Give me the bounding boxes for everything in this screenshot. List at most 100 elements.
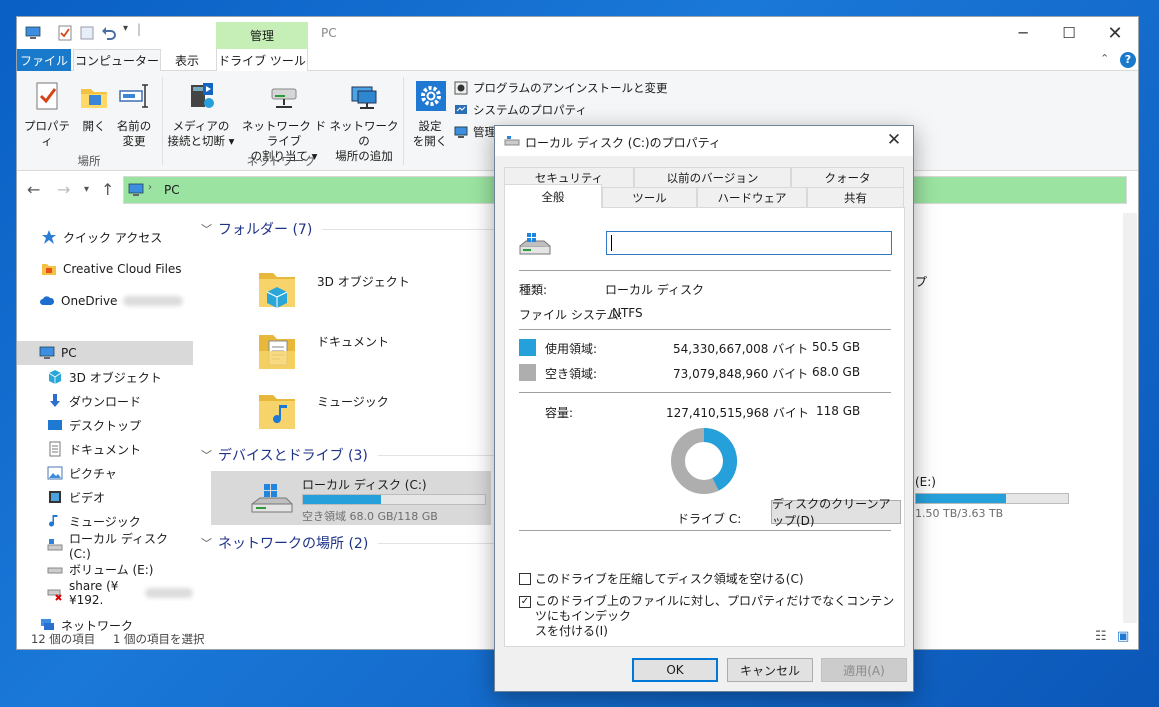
manage-tab-header: 管理 [216,22,308,49]
download-arrow-icon [50,394,60,407]
tab-drive-tools[interactable]: ドライブ ツール [216,49,308,71]
tab-file[interactable]: ファイル [17,49,71,71]
drive-c-name: ローカル ディスク (C:) [302,478,427,492]
creative-cloud-folder-icon [42,264,56,275]
drive-c-tile[interactable]: ローカル ディスク (C:) 空き領域 68.0 GB/118 GB [211,471,491,525]
folder-3d-objects[interactable] [255,267,315,317]
nav-item-volume[interactable]: ボリューム (E:) [17,557,193,581]
manage-button[interactable]: 管理 [454,123,496,141]
up-arrow-icon[interactable]: ↑ [101,180,114,199]
nav-item-local-disk[interactable]: ローカル ディスク (C:) [17,532,193,561]
properties-dialog: ローカル ディスク (C:)のプロパティ ✕ セキュリティ 以前のバージョン ク… [494,125,914,692]
tab-quota[interactable]: クォータ [791,167,904,187]
nav-item-3d-objects[interactable]: 3D オブジェクト [17,365,193,389]
properties-icon[interactable] [57,25,73,41]
chevron-down-icon: ﹀ [201,449,212,462]
drive-name-input[interactable] [606,231,892,255]
drive-c-usage-fill [303,495,382,504]
properties-button[interactable]: プロパティ [21,81,73,149]
undo-icon[interactable] [101,25,117,41]
uninstall-program-button[interactable]: プログラムのアンインストールと変更 [454,79,667,97]
type-value: ローカル ディスク [605,283,704,297]
cancel-button[interactable]: キャンセル [727,658,813,682]
apply-button[interactable]: 適用(A) [821,658,907,682]
nav-item-downloads[interactable]: ダウンロード [17,389,193,413]
nav-item-quick-access[interactable]: クイック アクセス [17,225,193,249]
details-view-icon[interactable]: ☷ [1095,629,1107,644]
nav-item-desktop[interactable]: デスクトップ [17,413,193,437]
nav-label: share (¥¥192. [69,579,119,607]
nav-item-creative-cloud[interactable]: Creative Cloud Files [17,257,193,281]
cloud-icon [40,296,55,305]
compress-checkbox-row[interactable]: このドライブを圧縮してディスク領域を空ける(C) [519,570,804,587]
forward-arrow-icon[interactable]: → [57,180,70,199]
breadcrumb-chevron-icon[interactable]: › [148,182,152,193]
new-folder-icon[interactable] [79,25,95,41]
used-space-bytes: 54,330,667,008 バイト [673,342,809,356]
ok-button[interactable]: OK [632,658,718,682]
folder-music[interactable] [255,389,315,439]
section-devices[interactable]: ﹀ デバイスとドライブ (3) [201,445,506,465]
network-location-icon [351,86,377,109]
index-checkbox-checked-icon[interactable]: ✓ [519,596,531,608]
drive-e-usage-bar [915,493,1069,504]
drive-e-label: (E:) [915,475,936,489]
dialog-title: ローカル ディスク (C:)のプロパティ [525,136,721,150]
capacity-gb: 118 GB [816,404,861,418]
close-button[interactable]: ✕ [1092,17,1138,49]
section-rule [378,542,506,544]
disk-cleanup-button[interactable]: ディスクのクリーンアップ(D) [771,497,901,528]
tab-tools[interactable]: ツール [602,187,697,207]
addloc-label-line1: ネットワークの [329,119,399,148]
folder-documents[interactable] [255,329,315,379]
nav-label: PC [61,346,77,360]
nav-label: OneDrive [61,294,118,308]
tab-general[interactable]: 全般 [504,184,602,208]
qa-separator: | [137,22,142,36]
tab-sharing[interactable]: 共有 [807,187,904,207]
nav-item-videos[interactable]: ビデオ [17,485,193,509]
nav-item-onedrive[interactable]: OneDrive [17,289,193,313]
index-label-line1: このドライブ上のファイルに対し、プロパティだけでなくコンテンツにもインデック [535,594,895,623]
dialog-close-button[interactable]: ✕ [883,130,905,150]
open-settings-button[interactable]: 設定 を開く [409,81,451,149]
open-button[interactable]: 開く [75,81,113,134]
minimize-button[interactable]: ─ [1000,17,1046,49]
tab-previous-versions[interactable]: 以前のバージョン [634,167,791,187]
compress-checkbox[interactable] [519,572,531,585]
back-arrow-icon[interactable]: ← [27,180,40,199]
nav-item-pictures[interactable]: ピクチャ [17,461,193,485]
tab-view[interactable]: 表示 [163,49,211,71]
recent-locations-icon[interactable]: ▾ [84,184,89,195]
section-title: デバイスとドライブ (3) [218,448,368,464]
free-space-swatch [519,364,536,381]
media-connect-button[interactable]: メディアの 接続と切断 ▾ [165,81,237,149]
large-icons-view-icon[interactable]: ▣ [1117,629,1129,644]
mapdrive-label-line1: ネットワーク ドライブ [241,119,327,148]
section-network-locations[interactable]: ﹀ ネットワークの場所 (2) [201,533,506,553]
picture-icon [47,466,63,480]
rename-button[interactable]: 名前の 変更 [115,81,153,149]
tab-hardware[interactable]: ハードウェア [697,187,807,207]
tab-computer[interactable]: コンピューター [73,49,161,71]
drive-c-free: 空き領域 68.0 GB/118 GB [302,510,438,523]
navigation-pane: クイック アクセス Creative Cloud Files OneDrive … [17,213,193,633]
nav-label: ミュージック [69,514,141,529]
ribbon-collapse-icon[interactable]: ⌃ [1100,52,1109,65]
help-icon[interactable]: ? [1120,52,1136,68]
section-folders[interactable]: ﹀ フォルダー (7) [201,219,506,239]
add-network-location-button[interactable]: ネットワークの 場所の追加 [329,81,399,164]
folder-label: ミュージック [317,395,389,409]
map-network-drive-button[interactable]: ネットワーク ドライブ の割り当て ▾ [239,81,329,164]
chevron-down-icon: ﹀ [201,223,212,236]
nav-item-pc[interactable]: PC [17,341,193,365]
qa-dropdown-icon[interactable]: ▾ [123,23,128,34]
computer-icon[interactable] [25,25,41,41]
system-properties-button[interactable]: システムのプロパティ [454,101,587,119]
document-icon [49,441,61,457]
maximize-button[interactable]: ☐ [1046,17,1092,49]
vertical-scrollbar[interactable] [1123,213,1137,623]
nav-item-share[interactable]: share (¥¥192. [17,579,193,607]
free-space-label: 空き領域: [545,367,598,381]
nav-item-documents[interactable]: ドキュメント [17,437,193,461]
